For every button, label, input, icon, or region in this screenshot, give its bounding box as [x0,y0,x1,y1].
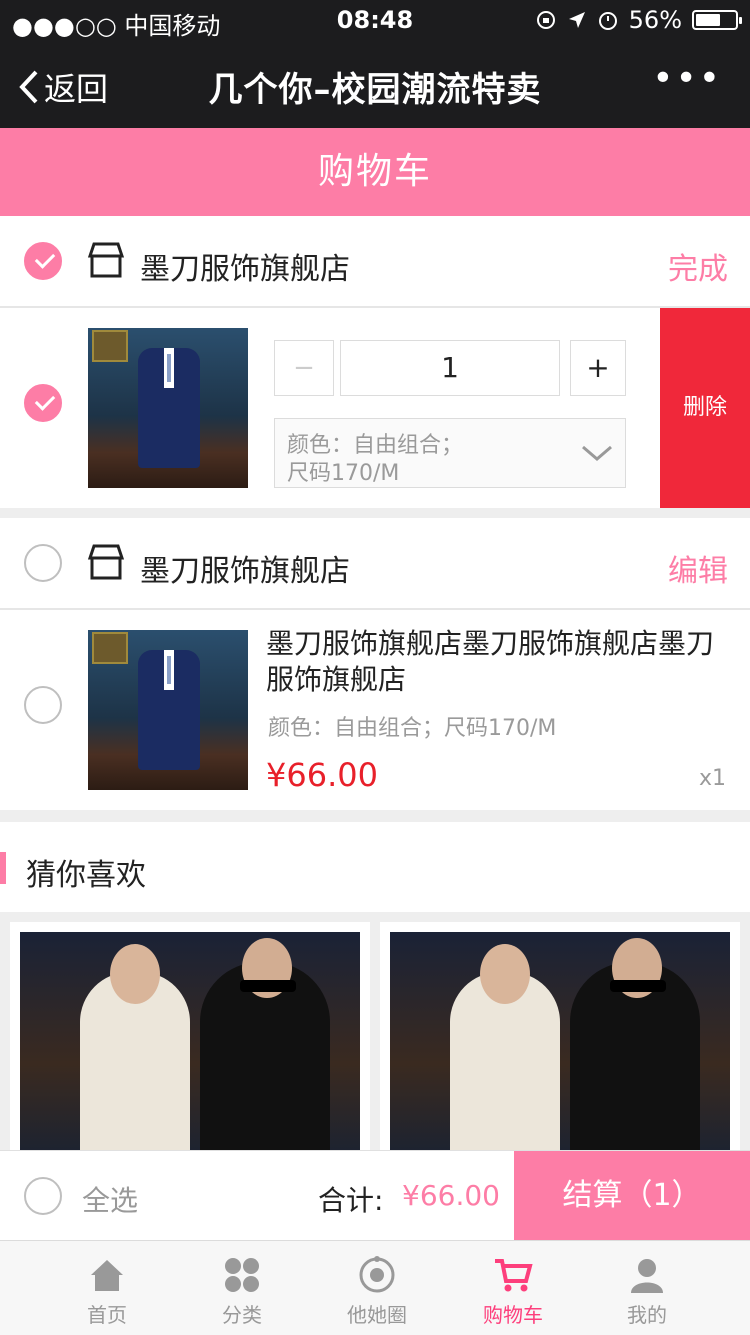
top-bar: ●●●○○ 中国移动 08:48 56% 返回 几个你–校园潮流特卖 ••• [0,0,750,128]
tab-label: 我的 [627,1303,667,1327]
shop-name-1[interactable]: 墨刀服饰旗舰店 [140,244,350,288]
checkout-button[interactable]: 结算（1） [514,1151,750,1241]
page-title: 购物车 [0,128,750,216]
recommend-card-1[interactable] [10,922,370,1150]
recommend-header: 猜你喜欢 [0,822,750,912]
item-checkbox-1[interactable] [24,384,62,422]
store-icon [87,544,125,580]
alarm-icon [598,12,617,30]
section-accent-bar [0,852,6,884]
edit-button[interactable]: 编辑 [668,546,728,590]
done-button[interactable]: 完成 [668,244,728,288]
more-menu-button[interactable]: ••• [652,58,722,99]
battery-icon [692,10,742,30]
tab-profile[interactable]: 我的 [592,1241,702,1335]
product-title[interactable]: 墨刀服饰旗舰店墨刀服饰旗舰店墨刀服饰旗舰店 [266,626,736,698]
quantity-decrement-button[interactable]: − [274,340,334,396]
product-thumbnail[interactable] [88,630,248,790]
nav-title: 几个你–校园潮流特卖 [208,70,542,110]
checkout-bar: 全选 合计: ¥66.00 结算（1） [0,1150,750,1241]
product-count: x1 [698,766,726,791]
tab-label: 分类 [222,1303,262,1327]
shop-name-2[interactable]: 墨刀服饰旗舰店 [140,546,350,590]
category-icon [225,1258,259,1292]
cart-icon [495,1259,533,1292]
location-icon [568,12,585,28]
tab-category[interactable]: 分类 [187,1241,297,1335]
tab-label: 他她圈 [347,1303,407,1327]
total-value: ¥66.00 [402,1179,500,1212]
tab-bar: 首页 分类 他她圈 购物车 我的 [0,1240,750,1335]
battery-percent: 56% [628,6,682,34]
status-bar: ●●●○○ 中国移动 08:48 56% [0,0,750,40]
product-thumbnail[interactable] [88,328,248,488]
product-spec: 颜色：自由组合；尺码170/M [268,716,557,741]
recommend-title: 猜你喜欢 [26,858,146,893]
shop-checkbox-2[interactable] [24,544,62,582]
quantity-input[interactable]: 1 [340,340,560,396]
chevron-down-icon [582,445,612,461]
home-icon [91,1260,123,1291]
shop-header-2: 墨刀服饰旗舰店 编辑 [0,518,750,608]
quantity-increment-button[interactable]: + [570,340,626,396]
cart-item-1: − 1 + 颜色：自由组合； 尺码170/M 删除 [0,308,750,508]
recommend-card-2[interactable] [380,922,740,1150]
lock-rotation-icon [536,11,555,29]
spec-selector[interactable]: 颜色：自由组合； 尺码170/M [274,418,626,488]
delete-button[interactable]: 删除 [660,308,750,508]
select-all-checkbox[interactable] [24,1177,62,1215]
status-right: 56% [535,6,742,34]
cart-item-2: 墨刀服饰旗舰店墨刀服饰旗舰店墨刀服饰旗舰店 颜色：自由组合；尺码170/M ¥6… [0,610,750,810]
store-icon [87,242,125,278]
recommend-product-image [20,932,360,1150]
tab-circle[interactable]: 他她圈 [322,1241,432,1335]
total-label: 合计: [318,1184,384,1217]
product-price: ¥66.00 [266,756,378,794]
tab-home[interactable]: 首页 [52,1241,162,1335]
select-all-label[interactable]: 全选 [82,1179,138,1219]
circle-icon [359,1256,395,1293]
user-icon [631,1259,663,1293]
spec-line-2: 尺码170/M [287,461,400,486]
recommend-product-image [390,932,730,1150]
item-checkbox-2[interactable] [24,686,62,724]
shop-checkbox-1[interactable] [24,242,62,280]
tab-label: 首页 [87,1303,127,1327]
tab-label: 购物车 [483,1303,543,1327]
shop-header-1: 墨刀服饰旗舰店 完成 [0,216,750,306]
tab-cart[interactable]: 购物车 [458,1241,568,1335]
